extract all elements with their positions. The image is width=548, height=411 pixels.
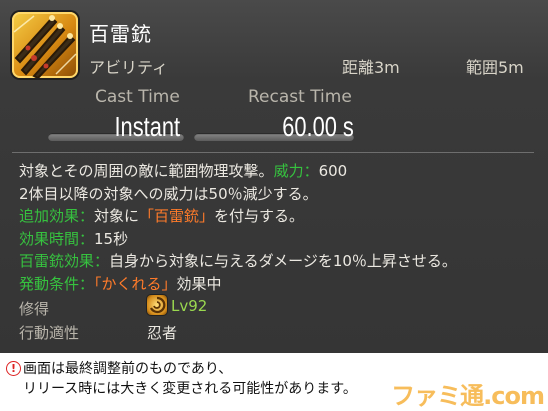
duration-label: 効果時間： xyxy=(19,229,95,248)
recast-time-value: 60.00 s xyxy=(282,111,354,142)
site-watermark: ファミ通.com xyxy=(391,382,545,410)
skill-radius: 範囲5m xyxy=(466,58,524,77)
skill-description: 対象とその周囲の敵に範囲物理攻撃。威力：600 2体目以降の対象への威力は50％… xyxy=(19,160,539,295)
status-name: 「百雷銃」 xyxy=(139,207,215,225)
disclaimer-text: リリース時には大きく変更される可能性があります。 xyxy=(23,381,357,397)
additional-effect-text: を付与する。 xyxy=(214,207,305,225)
duration-value: 15秒 xyxy=(94,229,129,248)
header-divider xyxy=(12,152,534,153)
additional-effect-label: 追加効果： xyxy=(19,207,95,225)
action-tooltip: 百雷銃 アビリティ 距離3m 範囲5m Cast Time Recast Tim… xyxy=(0,0,548,353)
description-text: 2体目以降の対象への威力は50％減少する。 xyxy=(19,184,318,203)
disclaimer-note: ! 画面は最終調整前のものであり、 リリース時には大きく変更される可能性があります… xyxy=(6,359,426,399)
affinity-job: 忍者 xyxy=(147,324,178,342)
status-effect-label: 百雷銃効果： xyxy=(19,252,110,270)
condition-label: 発動条件： xyxy=(19,274,95,293)
cast-time-label: Cast Time xyxy=(95,87,180,107)
skill-range: 距離3m xyxy=(342,58,400,77)
description-text: 対象とその周囲の敵に範囲物理攻撃。 xyxy=(19,162,274,180)
cast-time-value: Instant xyxy=(114,111,180,142)
condition-status: 「かくれる」 xyxy=(94,274,177,293)
potency-value: 600 xyxy=(318,162,348,180)
disclaimer-text: 画面は最終調整前のものであり、 xyxy=(23,361,233,377)
duration-line: 効果時間：15秒 xyxy=(19,228,539,251)
description-line: 2体目以降の対象への威力は50％減少する。 xyxy=(19,183,539,206)
skill-name: 百雷銃 xyxy=(89,22,152,46)
skill-icon xyxy=(12,12,78,78)
status-effect-line: 百雷銃効果：自身から対象に与えるダメージを10％上昇させる。 xyxy=(19,250,539,273)
additional-effect-text: 対象に xyxy=(94,207,140,225)
condition-text: 効果中 xyxy=(176,274,222,293)
acquired-level: Lv92 xyxy=(171,297,208,315)
affinity-label: 行動適性 xyxy=(19,324,80,342)
acquired-label: 修得 xyxy=(19,300,50,318)
exclamation-circle-icon: ! xyxy=(6,361,21,376)
skill-type: アビリティ xyxy=(89,58,169,77)
potency-label: 威力 xyxy=(273,162,304,180)
disclaimer-line: ! 画面は最終調整前のものであり、 xyxy=(6,359,426,379)
description-line: 対象とその周囲の敵に範囲物理攻撃。威力：600 xyxy=(19,160,539,183)
disclaimer-line: リリース時には大きく変更される可能性があります。 xyxy=(6,379,426,399)
additional-effect-line: 追加効果：対象に「百雷銃」を付与する。 xyxy=(19,205,539,228)
condition-line: 発動条件：「かくれる」効果中 xyxy=(19,273,539,296)
recast-time-label: Recast Time xyxy=(248,87,352,107)
ninja-job-icon xyxy=(147,295,167,315)
status-effect-value: 自身から対象に与えるダメージを10％上昇させる。 xyxy=(109,252,457,270)
potency-colon: ： xyxy=(303,162,319,180)
